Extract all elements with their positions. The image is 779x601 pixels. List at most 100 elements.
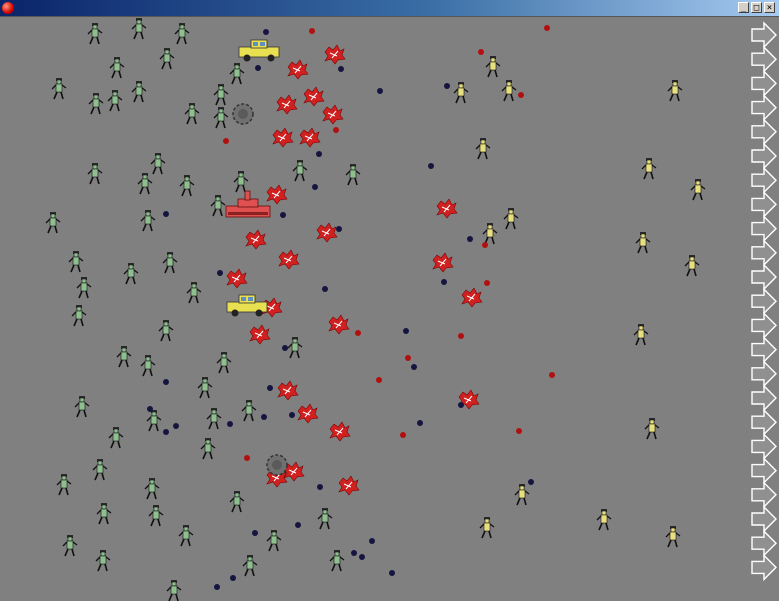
- bomb: [444, 83, 450, 89]
- enemy-shot: [355, 330, 361, 336]
- soldier-green-icon: [71, 305, 87, 327]
- bomb: [377, 88, 383, 94]
- soldier-green-icon: [317, 508, 333, 530]
- soldier-green-icon: [210, 195, 226, 217]
- bomb: [428, 163, 434, 169]
- soldier-green-icon: [184, 103, 200, 125]
- lane-arrow-icon[interactable]: [751, 118, 777, 146]
- soldier-green-icon: [186, 282, 202, 304]
- soldier-green-icon: [242, 555, 258, 577]
- bomb: [528, 479, 534, 485]
- jeep-icon: [238, 39, 280, 62]
- minimize-button[interactable]: _: [738, 2, 749, 13]
- soldier-green-icon: [292, 160, 308, 182]
- lane-arrow-icon[interactable]: [751, 384, 777, 412]
- soldier-green-icon: [92, 459, 108, 481]
- soldier-yellow-icon: [485, 56, 501, 78]
- bomb: [322, 286, 328, 292]
- lane-arrow-icon[interactable]: [751, 432, 777, 461]
- lane-arrow-icon[interactable]: [751, 553, 777, 582]
- lane-arrow-icon[interactable]: [751, 481, 777, 509]
- lane-arrow-icon[interactable]: [751, 93, 777, 122]
- blood-splatter-icon: [297, 403, 319, 424]
- lane-arrow-icon[interactable]: [751, 214, 777, 243]
- enemy-shot: [484, 280, 490, 286]
- soldier-green-icon: [213, 107, 229, 129]
- soldier-green-icon: [131, 81, 147, 103]
- lane-arrow-icon[interactable]: [751, 190, 777, 219]
- bomb: [217, 270, 223, 276]
- close-button[interactable]: ×: [764, 2, 775, 13]
- bomb: [403, 328, 409, 334]
- bomb: [458, 402, 464, 408]
- soldier-green-icon: [107, 90, 123, 112]
- lane-arrow-icon[interactable]: [751, 360, 777, 388]
- soldier-green-icon: [216, 352, 232, 374]
- lane-arrow-icon[interactable]: [751, 335, 777, 364]
- lane-arrow-icon[interactable]: [751, 505, 777, 533]
- bomb: [417, 420, 423, 426]
- lane-arrow-icon[interactable]: [751, 69, 777, 98]
- enemy-shot: [549, 372, 555, 378]
- blood-splatter-icon: [316, 222, 338, 243]
- bomb: [263, 29, 269, 35]
- soldier-green-icon: [206, 408, 222, 430]
- soldier-green-icon: [45, 212, 61, 234]
- bomb: [227, 421, 233, 427]
- soldier-green-icon: [95, 550, 111, 572]
- bomb: [336, 226, 342, 232]
- soldier-yellow-icon: [479, 517, 495, 539]
- lane-arrow-icon[interactable]: [751, 263, 777, 291]
- lane-arrow-icon[interactable]: [751, 166, 777, 194]
- soldier-green-icon: [158, 320, 174, 342]
- soldier-green-icon: [179, 175, 195, 197]
- lane-arrow-icon[interactable]: [751, 408, 777, 436]
- enemy-shot: [309, 28, 315, 34]
- lane-arrow-icon[interactable]: [751, 456, 777, 485]
- lane-arrow-icon[interactable]: [751, 45, 777, 73]
- soldier-green-icon: [329, 550, 345, 572]
- battlefield-canvas[interactable]: [0, 17, 779, 601]
- blood-splatter-icon: [287, 59, 309, 80]
- soldier-green-icon: [233, 171, 249, 193]
- soldier-green-icon: [51, 78, 67, 100]
- enemy-shot: [518, 92, 524, 98]
- soldier-yellow-icon: [503, 208, 519, 230]
- lane-arrow-icon[interactable]: [751, 287, 777, 315]
- lane-arrow-icon[interactable]: [751, 529, 777, 557]
- soldier-green-icon: [174, 23, 190, 45]
- battlefield[interactable]: [0, 16, 779, 601]
- bomb: [214, 584, 220, 590]
- lane-arrow-icon[interactable]: [751, 142, 777, 170]
- soldier-green-icon: [74, 396, 90, 418]
- soldier-yellow-icon: [501, 80, 517, 102]
- enemy-shot: [244, 455, 250, 461]
- maximize-button[interactable]: □: [751, 2, 762, 13]
- soldier-green-icon: [241, 400, 257, 422]
- bomb: [261, 414, 267, 420]
- bomb: [282, 345, 288, 351]
- bomb: [351, 550, 357, 556]
- blood-splatter-icon: [329, 421, 351, 442]
- bomb: [280, 212, 286, 218]
- bomb: [255, 65, 261, 71]
- soldier-yellow-icon: [644, 418, 660, 440]
- lane-arrow-icon[interactable]: [751, 311, 777, 340]
- lane-arrow-icon[interactable]: [751, 239, 777, 267]
- soldier-yellow-icon: [667, 80, 683, 102]
- enemy-shot: [405, 355, 411, 361]
- window-title-bar[interactable]: _ □ ×: [0, 0, 779, 16]
- app-icon[interactable]: [2, 2, 14, 14]
- blood-splatter-icon: [432, 252, 454, 273]
- bomb: [359, 554, 365, 560]
- soldier-yellow-icon: [684, 255, 700, 277]
- soldier-green-icon: [144, 478, 160, 500]
- soldier-green-icon: [123, 263, 139, 285]
- lane-arrow-icon[interactable]: [751, 21, 777, 49]
- soldier-yellow-icon: [475, 138, 491, 160]
- soldier-green-icon: [87, 163, 103, 185]
- enemy-shot: [458, 333, 464, 339]
- blood-splatter-icon: [266, 184, 288, 205]
- crater-icon: [232, 103, 254, 125]
- soldier-green-icon: [108, 427, 124, 449]
